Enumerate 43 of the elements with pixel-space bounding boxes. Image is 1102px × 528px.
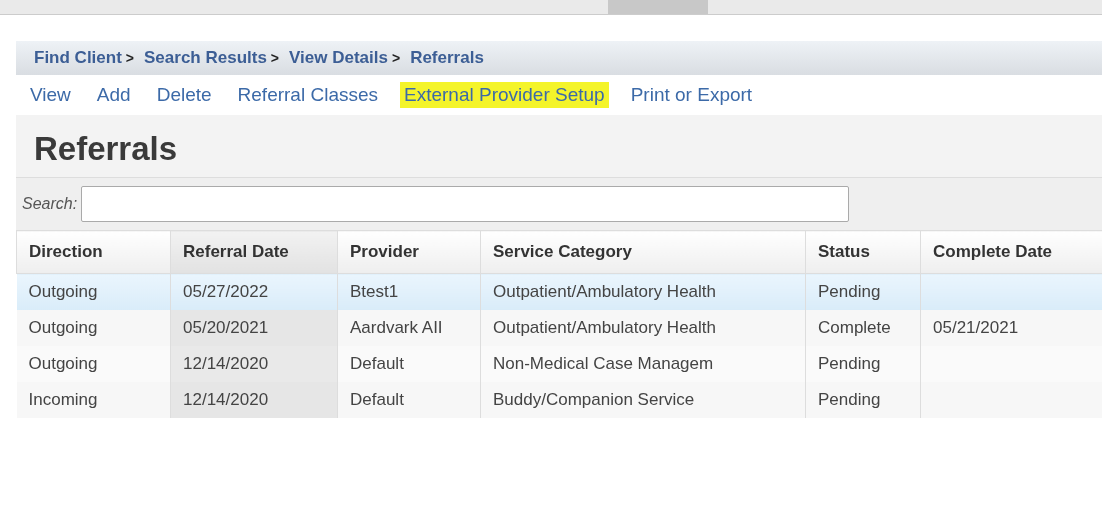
table-cell: Outgoing: [28, 318, 98, 337]
table-cell: Btest1: [350, 282, 399, 301]
action-link[interactable]: Delete: [152, 82, 216, 108]
column-header[interactable]: Referral Date: [170, 230, 338, 274]
breadcrumb-link[interactable]: Find Client: [34, 48, 122, 68]
action-link[interactable]: External Provider Setup: [400, 82, 609, 108]
table-cell: 05/21/2021: [933, 318, 1019, 337]
column-header[interactable]: Direction: [16, 230, 171, 274]
table-cell: 05/27/2022: [183, 282, 269, 301]
table-cell: 12/14/2020: [183, 354, 269, 373]
table-cell: Default: [350, 354, 404, 373]
table-cell: Outgoing: [28, 354, 98, 373]
action-link[interactable]: Add: [92, 82, 135, 108]
search-field[interactable]: [81, 186, 850, 222]
table-cell: Pending: [818, 282, 881, 301]
table-cell: Default: [350, 390, 404, 409]
table-cell: Buddy/Companion Service: [493, 390, 695, 409]
table-cell: 05/20/2021: [183, 318, 269, 337]
column-header[interactable]: Service Category: [480, 230, 806, 274]
breadcrumb-separator: >: [125, 50, 134, 66]
column-header[interactable]: Complete Date: [920, 230, 1102, 274]
action-link[interactable]: Print or Export: [626, 82, 757, 108]
column-header[interactable]: Status: [805, 230, 921, 274]
action-link[interactable]: Referral Classes: [233, 82, 382, 108]
breadcrumb-separator: >: [270, 50, 280, 66]
breadcrumb-link[interactable]: Search Results: [144, 48, 267, 68]
table-cell: Outpatient/Ambulatory Health: [493, 318, 716, 337]
breadcrumb-link[interactable]: View Details: [289, 48, 388, 68]
action-link[interactable]: View: [26, 82, 75, 108]
table-cell: Outpatient/Ambulatory Health: [493, 282, 716, 301]
breadcrumb-separator: >: [391, 50, 401, 66]
breadcrumb-link[interactable]: Referrals: [410, 48, 484, 68]
table-cell: Pending: [818, 354, 881, 373]
table-cell: 12/14/2020: [183, 390, 269, 409]
column-header[interactable]: Provider: [337, 230, 481, 274]
page-heading: Referrals: [34, 129, 179, 169]
table-cell: Complete: [818, 318, 891, 337]
table-cell: Pending: [818, 390, 881, 409]
table-cell: Non-Medical Case Managem: [493, 354, 714, 373]
search-label: Search:: [22, 195, 78, 213]
table-cell: Aardvark AII: [350, 318, 443, 337]
table-cell: Incoming: [28, 390, 98, 409]
table-cell: Outgoing: [28, 282, 98, 301]
